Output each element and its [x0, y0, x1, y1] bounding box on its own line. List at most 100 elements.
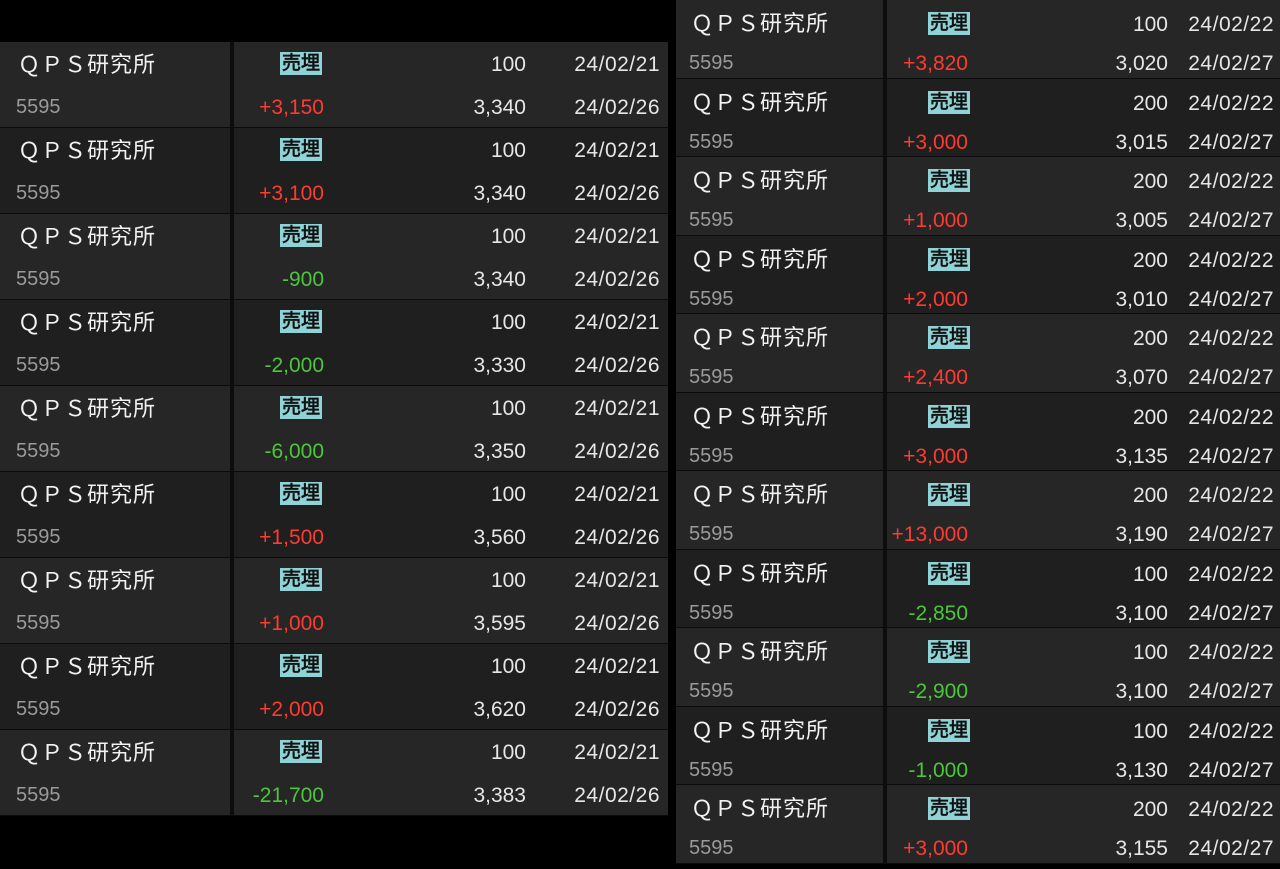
- stock-column: ＱＰＳ研究所 5595: [676, 471, 887, 549]
- stock-name: ＱＰＳ研究所: [691, 403, 830, 429]
- stock-code: 5595: [689, 523, 734, 545]
- price: 3,015: [1115, 130, 1168, 154]
- stock-code: 5595: [689, 52, 734, 74]
- close-date: 24/02/26: [574, 526, 660, 549]
- trade-row[interactable]: ＱＰＳ研究所 5595 売埋 +1,000 100 3,595 24/02/21…: [0, 558, 668, 644]
- profit-loss: +2,000: [259, 698, 324, 721]
- profit-loss: +2,000: [903, 287, 968, 311]
- open-date: 24/02/21: [574, 53, 660, 76]
- quantity: 200: [1132, 484, 1168, 507]
- trade-row[interactable]: ＱＰＳ研究所 5595 売埋 +3,150 100 3,340 24/02/21…: [0, 42, 668, 128]
- price: 3,100: [1115, 680, 1168, 703]
- price: 3,350: [473, 440, 526, 463]
- trade-side-badge: 売埋: [928, 169, 971, 192]
- price: 3,100: [1115, 601, 1168, 625]
- stock-column: ＱＰＳ研究所 5595: [676, 628, 887, 706]
- stock-name: ＱＰＳ研究所: [18, 568, 157, 593]
- trade-row[interactable]: ＱＰＳ研究所 5595 売埋 +1,000 200 3,005 24/02/22…: [676, 157, 1280, 236]
- trade-row[interactable]: ＱＰＳ研究所 5595 売埋 -900 100 3,340 24/02/21 2…: [0, 214, 668, 300]
- trade-row[interactable]: ＱＰＳ研究所 5595 売埋 +2,000 200 3,010 24/02/22…: [676, 235, 1280, 314]
- price: 3,340: [473, 268, 526, 291]
- quantity: 200: [1132, 798, 1168, 821]
- quantity: 100: [490, 483, 526, 506]
- trade-row[interactable]: ＱＰＳ研究所 5595 売埋 +3,000 200 3,135 24/02/22…: [676, 392, 1280, 471]
- stock-name: ＱＰＳ研究所: [691, 11, 830, 36]
- quantity: 200: [1132, 327, 1168, 350]
- stock-code: 5595: [689, 287, 734, 310]
- quantity: 100: [490, 569, 526, 592]
- profit-loss: -6,000: [264, 440, 324, 463]
- trade-row[interactable]: ＱＰＳ研究所 5595 売埋 -2,900 100 3,100 24/02/22…: [676, 628, 1280, 707]
- quantity: 100: [1132, 641, 1168, 664]
- quantity: 100: [490, 741, 526, 764]
- trade-row[interactable]: ＱＰＳ研究所 5595 売埋 -2,850 100 3,100 24/02/22…: [676, 549, 1280, 628]
- trade-row[interactable]: ＱＰＳ研究所 5595 売埋 -6,000 100 3,350 24/02/21…: [0, 386, 668, 472]
- stock-column: ＱＰＳ研究所 5595: [676, 78, 887, 156]
- trade-side-badge: 売埋: [928, 12, 971, 35]
- stock-column: ＱＰＳ研究所 5595: [0, 214, 234, 299]
- close-date: 24/02/27: [1188, 601, 1274, 625]
- stock-name: ＱＰＳ研究所: [18, 482, 157, 507]
- stock-code: 5595: [689, 209, 734, 231]
- trade-row[interactable]: ＱＰＳ研究所 5595 売埋 -21,700 100 3,383 24/02/2…: [0, 730, 668, 816]
- open-date: 24/02/21: [574, 311, 660, 334]
- trade-side-badge: 売埋: [280, 310, 323, 333]
- profit-loss: +2,400: [903, 366, 968, 389]
- price: 3,340: [473, 182, 526, 205]
- open-date: 24/02/21: [574, 741, 660, 764]
- close-date: 24/02/27: [1188, 680, 1274, 703]
- open-date: 24/02/22: [1188, 170, 1274, 193]
- price: 3,020: [1115, 52, 1168, 75]
- quantity: 100: [490, 311, 526, 334]
- trade-side-badge: 売埋: [928, 718, 971, 742]
- trade-row[interactable]: ＱＰＳ研究所 5595 売埋 +2,400 200 3,070 24/02/22…: [676, 314, 1280, 393]
- stock-column: ＱＰＳ研究所 5595: [0, 128, 234, 213]
- stock-column: ＱＰＳ研究所 5595: [0, 300, 234, 385]
- close-date: 24/02/27: [1188, 366, 1274, 389]
- trade-side-badge: 売埋: [928, 640, 971, 663]
- price: 3,070: [1115, 366, 1168, 389]
- price: 3,135: [1115, 444, 1168, 468]
- stock-code: 5595: [16, 182, 61, 204]
- quantity: 200: [1132, 405, 1168, 429]
- trade-row[interactable]: ＱＰＳ研究所 5595 売埋 +1,500 100 3,560 24/02/21…: [0, 472, 668, 558]
- trade-row[interactable]: ＱＰＳ研究所 5595 売埋 +2,000 100 3,620 24/02/21…: [0, 644, 668, 730]
- open-date: 24/02/22: [1188, 484, 1274, 507]
- open-date: 24/02/21: [574, 139, 660, 162]
- stock-code: 5595: [16, 440, 61, 462]
- close-date: 24/02/26: [574, 354, 660, 377]
- profit-loss: -900: [281, 268, 324, 291]
- profit-loss: -21,700: [252, 784, 324, 807]
- stock-name: ＱＰＳ研究所: [691, 325, 830, 350]
- trade-side-badge: 売埋: [280, 740, 323, 763]
- profit-loss: +3,820: [903, 52, 968, 75]
- close-date: 24/02/26: [574, 268, 660, 291]
- profit-loss: +1,500: [259, 526, 324, 549]
- stock-name: ＱＰＳ研究所: [691, 639, 830, 664]
- stock-code: 5595: [689, 130, 734, 153]
- open-date: 24/02/22: [1188, 91, 1274, 115]
- trade-row[interactable]: ＱＰＳ研究所 5595 売埋 -2,000 100 3,330 24/02/21…: [0, 300, 668, 386]
- stock-code: 5595: [689, 758, 734, 781]
- price: 3,005: [1115, 209, 1168, 232]
- trade-row[interactable]: ＱＰＳ研究所 5595 売埋 +3,820 100 3,020 24/02/22…: [676, 0, 1280, 79]
- price: 3,560: [473, 526, 526, 549]
- stock-name: ＱＰＳ研究所: [18, 310, 157, 335]
- trade-row[interactable]: ＱＰＳ研究所 5595 売埋 -1,000 100 3,130 24/02/22…: [676, 706, 1280, 785]
- close-date: 24/02/27: [1188, 444, 1274, 468]
- open-date: 24/02/22: [1188, 719, 1274, 743]
- trade-side-badge: 売埋: [280, 52, 323, 75]
- trade-row[interactable]: ＱＰＳ研究所 5595 売埋 +3,000 200 3,155 24/02/22…: [676, 785, 1280, 864]
- open-date: 24/02/22: [1188, 562, 1274, 586]
- trade-row[interactable]: ＱＰＳ研究所 5595 売埋 +3,100 100 3,340 24/02/21…: [0, 128, 668, 214]
- profit-loss: -1,000: [908, 758, 968, 782]
- trade-row[interactable]: ＱＰＳ研究所 5595 売埋 +13,000 200 3,190 24/02/2…: [676, 471, 1280, 550]
- stock-code: 5595: [689, 837, 734, 859]
- quantity: 100: [1132, 13, 1168, 36]
- stock-name: ＱＰＳ研究所: [691, 560, 830, 586]
- close-date: 24/02/27: [1188, 837, 1274, 860]
- price: 3,330: [473, 354, 526, 377]
- trade-row[interactable]: ＱＰＳ研究所 5595 売埋 +3,000 200 3,015 24/02/22…: [676, 78, 1280, 157]
- stock-column: ＱＰＳ研究所 5595: [0, 386, 234, 471]
- price: 3,340: [473, 96, 526, 119]
